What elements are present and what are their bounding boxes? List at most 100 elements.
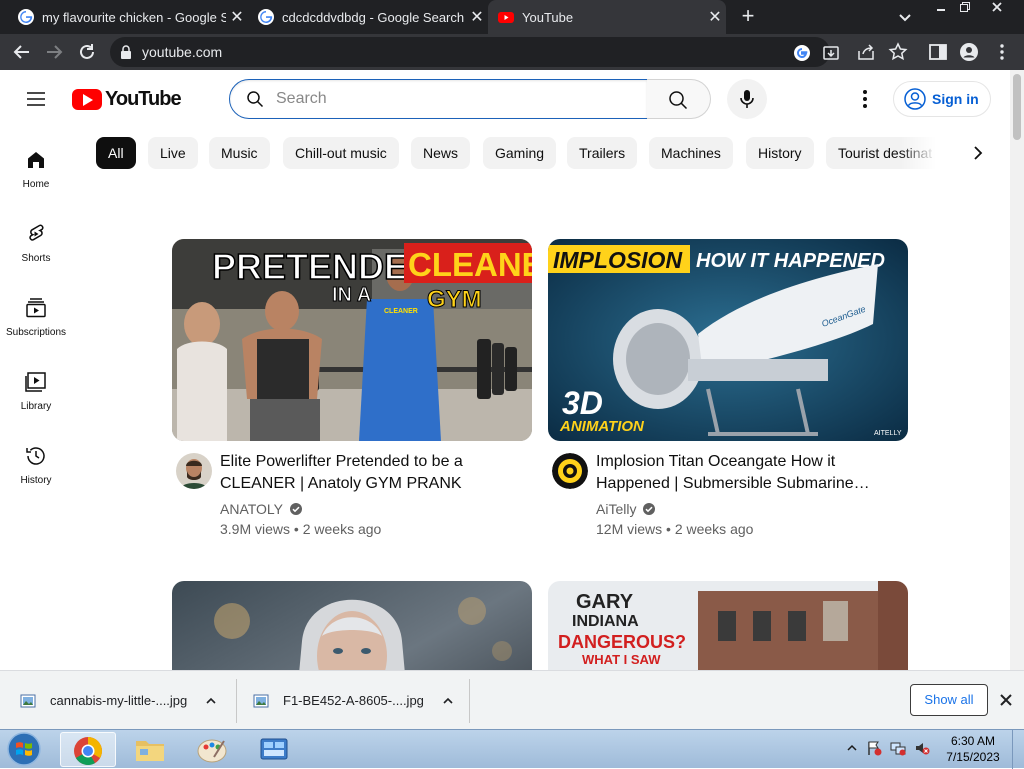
chip-news[interactable]: News	[411, 137, 471, 169]
address-bar[interactable]: youtube.com	[110, 37, 839, 67]
thumb-text: WHAT I SAW	[582, 652, 661, 667]
taskbar-explorer[interactable]	[122, 732, 178, 767]
video-meta: 3.9M views • 2 weeks ago	[220, 521, 381, 537]
download-filename: cannabis-my-little-....jpg	[50, 693, 188, 708]
youtube-logo[interactable]: YouTube	[72, 88, 182, 110]
chip-chill-out-music[interactable]: Chill-out music	[283, 137, 399, 169]
channel-name-row: AiTelly	[596, 501, 656, 517]
scrollbar-thumb[interactable]	[1013, 74, 1021, 140]
guide-home[interactable]: Home	[0, 148, 72, 222]
chrome-menu-icon[interactable]	[992, 42, 1012, 62]
tray-expand-icon[interactable]	[844, 740, 860, 756]
tab-google-chicken[interactable]: my flavourite chicken - Google Se ✕	[8, 0, 248, 34]
youtube-page: YouTube Search Sign in All Live Music Ch…	[0, 70, 1010, 670]
chip-gaming[interactable]: Gaming	[483, 137, 557, 169]
tab-title: my flavourite chicken - Google Se	[42, 9, 226, 25]
download-item[interactable]: cannabis-my-little-....jpg	[20, 671, 217, 730]
video-thumbnail[interactable]	[172, 581, 532, 670]
video-title[interactable]: Implosion Titan Oceangate How it Happene…	[596, 451, 896, 495]
chrome-icon	[74, 737, 102, 765]
restore-icon[interactable]	[950, 0, 980, 18]
taskbar-control-panel[interactable]	[246, 732, 302, 767]
action-center-flag-icon[interactable]	[866, 740, 882, 756]
close-icon[interactable]	[997, 691, 1015, 709]
channel-name[interactable]: ANATOLY	[220, 501, 283, 517]
meta-separator: •	[666, 521, 675, 537]
address-url: youtube.com	[142, 44, 223, 60]
guide-library[interactable]: Library	[0, 370, 72, 444]
sign-in-label: Sign in	[932, 91, 979, 107]
new-tab-icon[interactable]: +	[736, 5, 760, 29]
view-count: 3.9M views	[220, 521, 291, 537]
browser-tab-strip: my flavourite chicken - Google Se ✕ cdcd…	[0, 0, 1024, 34]
share-icon[interactable]	[856, 42, 876, 62]
chevron-up-icon[interactable]	[442, 695, 454, 707]
bookmark-star-icon[interactable]	[888, 42, 908, 62]
show-all-downloads-button[interactable]: Show all	[910, 684, 988, 716]
search-box[interactable]	[229, 79, 648, 119]
channel-avatar[interactable]	[176, 453, 212, 489]
thumb-text: IMPLOSION	[553, 247, 682, 273]
download-filename: F1-BE452-A-8605-....jpg	[283, 693, 424, 708]
chip-music[interactable]: Music	[209, 137, 270, 169]
system-clock[interactable]: 6:30 AM 7/15/2023	[940, 733, 1006, 765]
thumb-text: GYM	[427, 286, 482, 313]
subscriptions-icon	[26, 298, 46, 318]
tab-title: YouTube	[522, 9, 574, 25]
channel-avatar[interactable]	[552, 453, 588, 489]
reload-icon[interactable]	[75, 40, 99, 64]
tab-youtube[interactable]: YouTube ✕	[488, 0, 726, 34]
chips-fade	[900, 136, 960, 170]
verified-badge-icon	[290, 503, 303, 515]
chip-history[interactable]: History	[746, 137, 814, 169]
taskbar-paint[interactable]	[184, 732, 240, 767]
close-window-icon[interactable]	[982, 0, 1012, 18]
search-input[interactable]	[276, 88, 636, 110]
video-thumbnail[interactable]: IMPLOSION HOW IT HAPPENED OceanGate 3D A…	[548, 239, 908, 441]
tab-search-chevron-icon[interactable]	[893, 8, 917, 28]
taskbar-chrome[interactable]	[60, 732, 116, 767]
video-thumbnail[interactable]: PRETENDED IN A CLEANER GYM CLEANER	[172, 239, 532, 441]
chevron-right-icon[interactable]	[966, 141, 990, 165]
chip-live[interactable]: Live	[148, 137, 198, 169]
back-icon[interactable]	[10, 40, 34, 64]
install-icon[interactable]	[822, 44, 840, 62]
browser-toolbar: youtube.com	[0, 34, 1024, 70]
thumb-text: 3D	[562, 385, 603, 421]
guide-history[interactable]: History	[0, 444, 72, 518]
profile-icon[interactable]	[959, 42, 979, 62]
guide-subscriptions[interactable]: Subscriptions	[0, 296, 72, 370]
thumb-text: AITELLY	[874, 430, 902, 437]
page-scrollbar[interactable]	[1010, 70, 1024, 670]
network-icon[interactable]	[890, 740, 906, 756]
video-title[interactable]: Elite Powerlifter Pretended to be a CLEA…	[220, 451, 520, 495]
lock-icon[interactable]	[120, 45, 132, 59]
chip-machines[interactable]: Machines	[649, 137, 733, 169]
google-lens-icon[interactable]	[793, 44, 811, 62]
guide-shorts[interactable]: Shorts	[0, 222, 72, 296]
chip-trailers[interactable]: Trailers	[567, 137, 638, 169]
volume-muted-icon[interactable]	[914, 740, 930, 756]
sign-in-button[interactable]: Sign in	[893, 81, 991, 117]
tab-close-icon[interactable]: ✕	[704, 7, 726, 27]
settings-more-icon[interactable]	[853, 87, 877, 111]
clock-date: 7/15/2023	[946, 750, 1000, 764]
download-item[interactable]: F1-BE452-A-8605-....jpg	[253, 671, 454, 730]
tab-close-icon[interactable]: ✕	[226, 7, 248, 27]
channel-name-row: ANATOLY	[220, 501, 303, 517]
windows-start-icon[interactable]	[4, 731, 44, 767]
channel-name[interactable]: AiTelly	[596, 501, 636, 517]
voice-search-button[interactable]	[727, 79, 767, 119]
menu-icon[interactable]	[24, 87, 48, 111]
show-desktop-button[interactable]	[1012, 730, 1024, 769]
chevron-up-icon[interactable]	[205, 695, 217, 707]
tab-google-search[interactable]: cdcdcddvdbdg - Google Search ✕	[248, 0, 488, 34]
forward-icon[interactable]	[42, 40, 66, 64]
video-thumbnail[interactable]: GARY INDIANA DANGEROUS? WHAT I SAW	[548, 581, 908, 670]
tab-close-icon[interactable]: ✕	[466, 7, 488, 27]
search-button[interactable]	[647, 79, 711, 119]
history-icon	[26, 447, 45, 465]
thumb-text: PRETENDED	[212, 246, 434, 287]
side-panel-icon[interactable]	[928, 42, 948, 62]
chip-all[interactable]: All	[96, 137, 136, 169]
